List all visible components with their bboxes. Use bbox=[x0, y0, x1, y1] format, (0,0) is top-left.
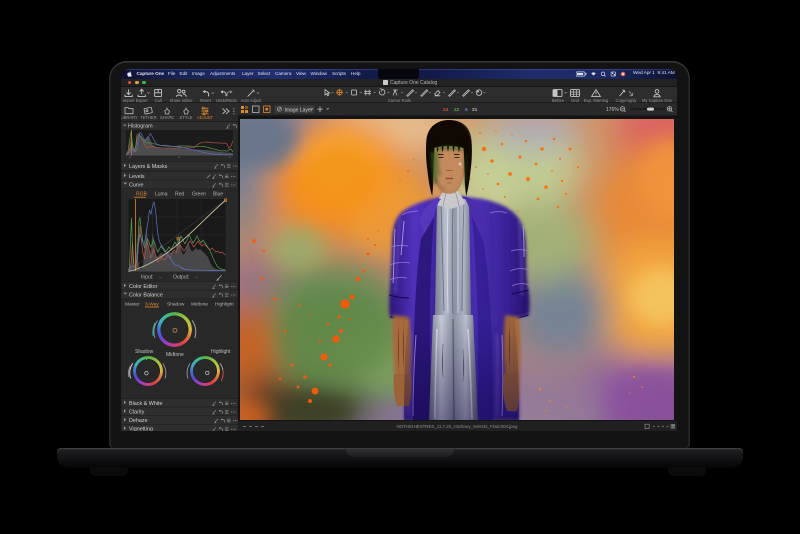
svg-text:Image Layer: Image Layer bbox=[285, 107, 313, 113]
svg-text:22: 22 bbox=[454, 107, 460, 113]
svg-text:6: 6 bbox=[465, 107, 468, 113]
svg-text:24: 24 bbox=[443, 107, 449, 113]
svg-text:176%: 176% bbox=[606, 107, 619, 113]
svg-text:21: 21 bbox=[472, 107, 478, 113]
